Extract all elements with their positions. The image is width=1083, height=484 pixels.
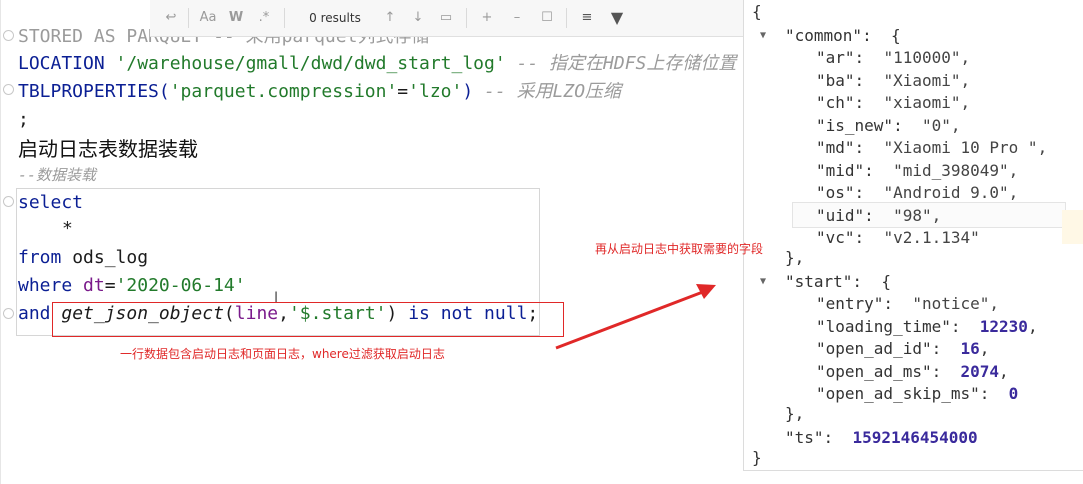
annotation-arrow bbox=[555, 284, 716, 350]
